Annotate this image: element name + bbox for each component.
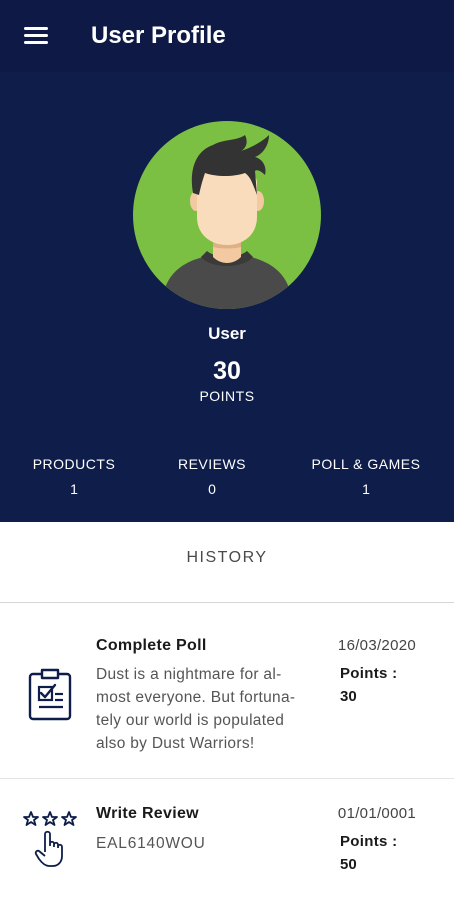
stat-label: REVIEWS — [177, 456, 247, 472]
history-item-points-label: Points : — [340, 665, 398, 682]
star-rating-tap-icon — [23, 811, 77, 867]
app-bar: User Profile — [0, 0, 454, 72]
history-item-points-value: 30 — [340, 688, 357, 705]
points-label: POINTS — [199, 388, 255, 404]
history-item-points-value: 50 — [340, 856, 357, 873]
history-item-date: 16/03/2020 — [337, 637, 416, 654]
history-item-date: 01/01/0001 — [337, 805, 416, 822]
page-title: User Profile — [91, 22, 226, 49]
stat-value: 0 — [208, 481, 216, 497]
points-value: 30 — [213, 357, 241, 385]
history-item-title: Write Review — [96, 805, 199, 822]
history-header: HISTORY — [0, 522, 454, 603]
history-item-complete-poll[interactable]: Complete Poll Dust is a nightmare for al… — [0, 603, 454, 779]
stat-poll-games[interactable]: POLL & GAMES 1 — [291, 456, 441, 497]
clipboard-checklist-icon — [28, 668, 72, 721]
history-title: HISTORY — [186, 549, 268, 566]
history-item-write-review[interactable]: Write Review EAL6140WOU 01/01/0001 Point… — [0, 780, 454, 900]
history-item-points-label: Points : — [340, 833, 398, 850]
history-item-description: EAL6140WOU — [96, 835, 206, 852]
hamburger-menu-icon[interactable] — [24, 27, 48, 45]
stat-products[interactable]: PRODUCTS 1 — [0, 456, 149, 497]
stat-label: PRODUCTS — [32, 456, 116, 472]
stat-value: 1 — [362, 481, 370, 497]
history-item-title: Complete Poll — [96, 637, 207, 654]
history-item-description: Dust is a nightmare for al- most everyon… — [96, 666, 296, 752]
stat-label: POLL & GAMES — [311, 456, 421, 472]
stat-value: 1 — [70, 481, 78, 497]
user-name: User — [208, 324, 246, 343]
stat-reviews[interactable]: REVIEWS 0 — [137, 456, 287, 497]
user-avatar-icon — [133, 121, 321, 309]
profile-header: User 30 POINTS PRODUCTS 1 REVIEWS 0 POLL… — [0, 72, 454, 522]
